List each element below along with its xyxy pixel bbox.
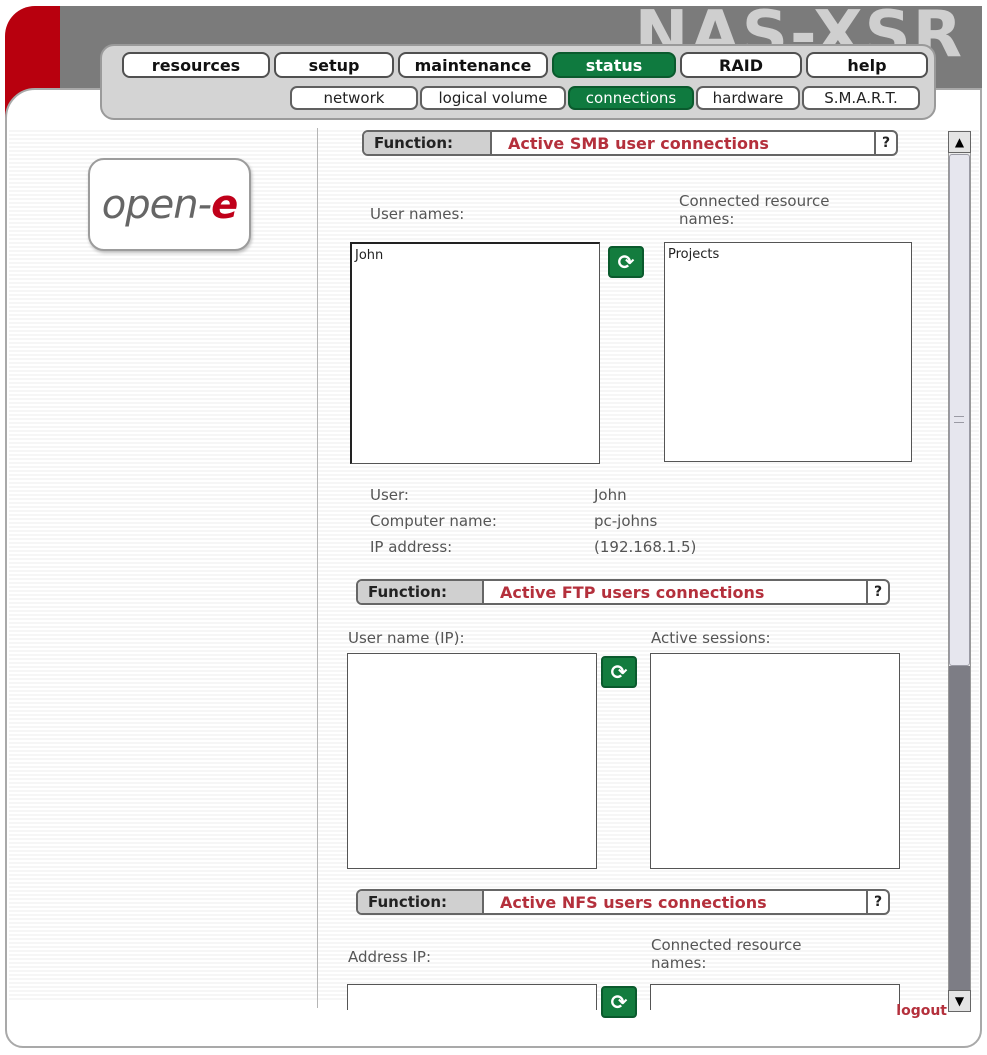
user-name-ip-label: User name (IP): [348,629,465,647]
tab-status[interactable]: status [552,52,676,78]
function-label: Function: [358,891,484,913]
computer-name-value: pc-johns [594,512,658,530]
arrow-down-icon: ▼ [954,994,965,1008]
function-label: Function: [364,132,492,154]
arrow-up-icon: ▲ [954,135,965,149]
subtab-connections[interactable]: connections [568,86,694,110]
scroll-down-button[interactable]: ▼ [948,990,971,1012]
user-value: John [594,486,627,504]
ftp-refresh-button[interactable]: ⟳ [601,656,637,688]
connected-resource-label: Connected resource names: [679,192,830,228]
computer-name-label: Computer name: [370,512,497,530]
help-button[interactable]: ? [874,132,896,154]
logo-text: open-e [101,181,238,228]
refresh-icon: ⟳ [610,990,628,1014]
ftp-function-bar: Function: Active FTP users connections ? [356,579,890,605]
scroll-up-button[interactable]: ▲ [948,131,971,153]
smb-resources-list[interactable]: Projects [664,242,912,462]
subtab-network[interactable]: network [290,86,418,110]
content-divider [317,128,318,1008]
list-item[interactable]: Projects [668,247,908,262]
ftp-user-names-list[interactable] [347,653,597,869]
tab-maintenance[interactable]: maintenance [398,52,548,78]
user-names-label: User names: [370,205,465,223]
refresh-icon: ⟳ [610,660,628,684]
tab-resources[interactable]: resources [122,52,270,78]
smb-refresh-button[interactable]: ⟳ [608,246,644,278]
nfs-refresh-button[interactable]: ⟳ [601,986,637,1018]
ip-address-label: IP address: [370,538,453,556]
help-button[interactable]: ? [866,891,888,913]
active-sessions-label: Active sessions: [651,629,771,647]
ftp-function-title: Active FTP users connections [500,582,765,602]
nfs-connected-resource-label: Connected resource names: [651,936,802,972]
address-ip-label: Address IP: [348,948,432,966]
tab-help[interactable]: help [806,52,928,78]
nfs-function-bar: Function: Active NFS users connections ? [356,889,890,915]
smb-user-names-list[interactable]: John [350,242,600,464]
scroll-grip-icon [954,416,964,423]
ip-address-value: (192.168.1.5) [594,538,697,556]
scrollbar-track-lower[interactable] [949,666,970,990]
smb-function-title: Active SMB user connections [508,133,769,153]
nfs-address-list[interactable] [347,984,597,1010]
refresh-icon: ⟳ [617,250,635,274]
scrollbar-thumb[interactable] [949,154,970,666]
help-button[interactable]: ? [866,581,888,603]
open-e-logo: open-e [88,158,251,251]
smb-function-bar: Function: Active SMB user connections ? [362,130,898,156]
list-item[interactable]: John [355,248,596,263]
ftp-sessions-list[interactable] [650,653,900,869]
subtab-smart[interactable]: S.M.A.R.T. [802,86,920,110]
subtab-logical-volume[interactable]: logical volume [420,86,566,110]
nfs-function-title: Active NFS users connections [500,892,767,912]
logout-link[interactable]: logout [896,1003,947,1019]
user-label: User: [370,486,409,504]
tab-setup[interactable]: setup [274,52,394,78]
nfs-resources-list[interactable] [650,984,900,1010]
function-label: Function: [358,581,484,603]
subtab-hardware[interactable]: hardware [696,86,800,110]
tab-raid[interactable]: RAID [680,52,802,78]
